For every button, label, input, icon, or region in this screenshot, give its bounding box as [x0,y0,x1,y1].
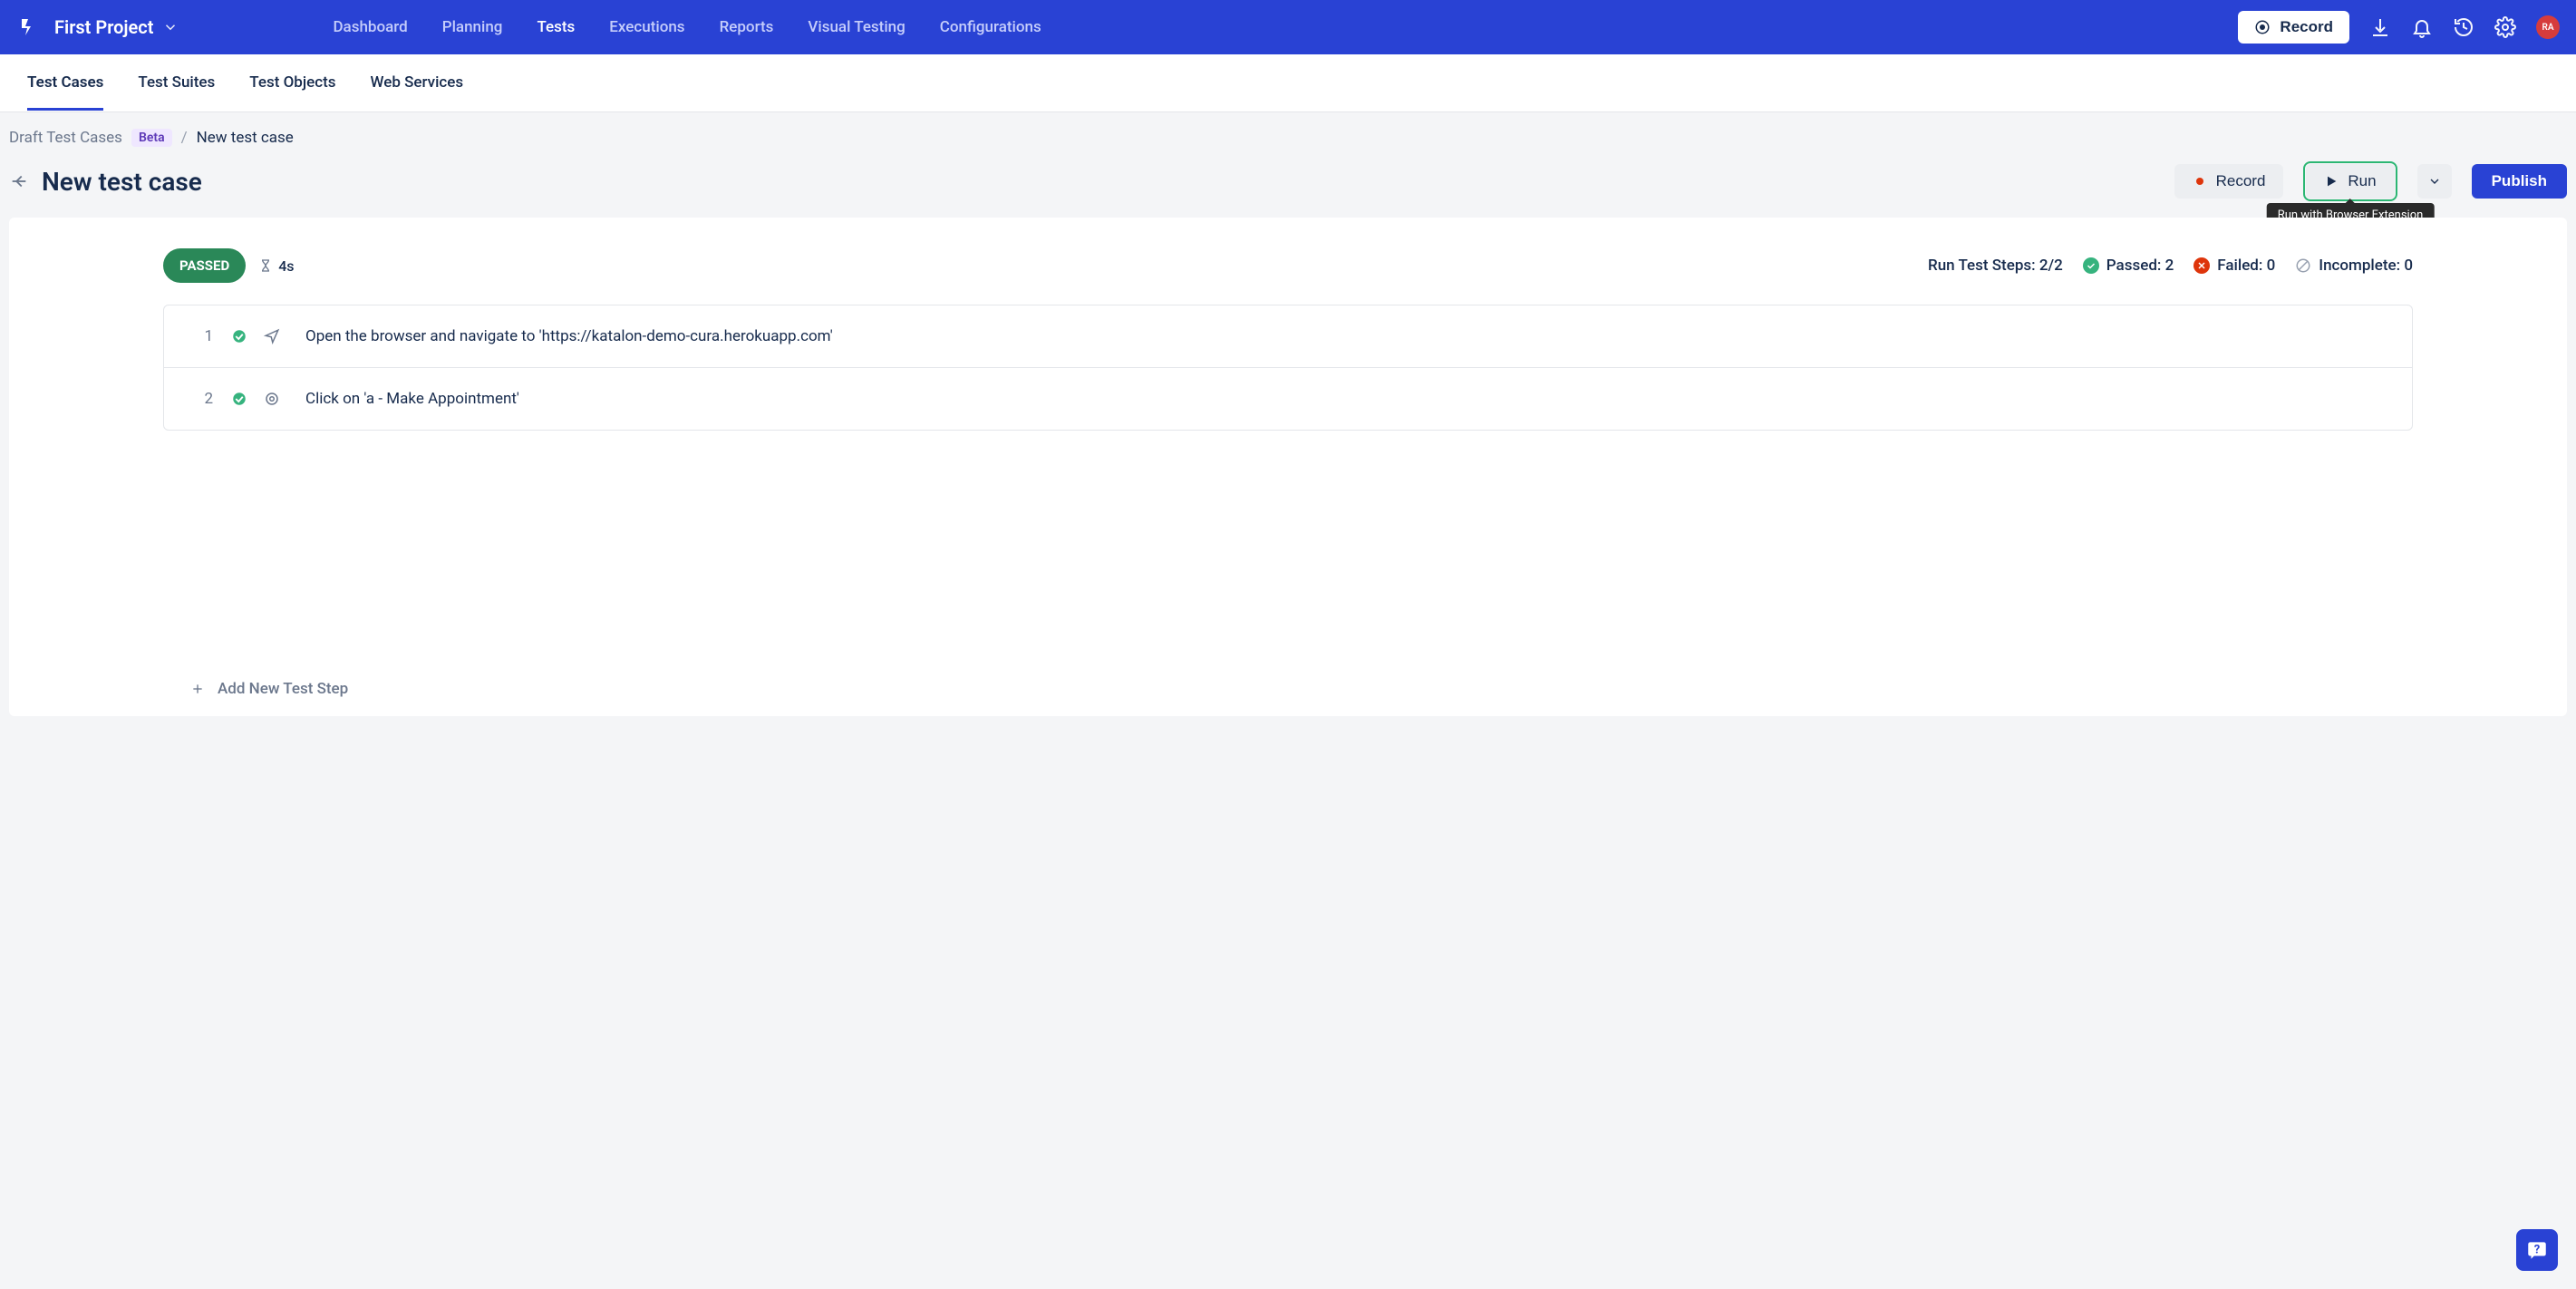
navigate-icon [264,328,280,344]
step-status-icon [231,391,247,407]
step-row[interactable]: 1 Open the browser and navigate to 'http… [164,305,2412,368]
duration-label: 4s [278,257,294,275]
top-nav: First Project Dashboard Planning Tests E… [0,0,2576,54]
nav-tests[interactable]: Tests [537,18,575,36]
step-status-icon [231,328,247,344]
step-text[interactable]: Open the browser and navigate to 'https:… [305,327,2385,345]
history-icon[interactable] [2453,16,2474,38]
nav-reports[interactable]: Reports [720,18,774,36]
stat-failed: Failed: 0 [2193,257,2275,275]
nav-configurations[interactable]: Configurations [940,18,1041,36]
back-arrow-icon[interactable] [9,171,29,191]
project-chevron-icon[interactable] [162,19,179,35]
action-record-button[interactable]: Record [2174,164,2284,199]
tab-test-objects[interactable]: Test Objects [249,55,335,111]
publish-button[interactable]: Publish [2472,164,2567,199]
step-text[interactable]: Click on 'a - Make Appointment' [305,390,2385,408]
step-number: 2 [191,390,213,408]
top-nav-links: Dashboard Planning Tests Executions Repo… [333,18,1041,36]
stat-run-steps: Run Test Steps: 2/2 [1928,257,2063,275]
nav-visual-testing[interactable]: Visual Testing [808,18,905,36]
plus-icon [190,682,205,696]
action-run-button[interactable]: Run [2306,164,2394,199]
run-dropdown-button[interactable] [2417,164,2452,199]
help-icon: ? [2525,1238,2549,1262]
breadcrumb-current: New test case [197,129,294,147]
stat-passed: Passed: 2 [2083,257,2174,275]
check-circle-icon [2083,257,2099,274]
action-record-label: Record [2216,172,2266,190]
user-avatar[interactable]: RA [2536,15,2560,39]
nav-planning[interactable]: Planning [442,18,503,36]
gear-icon[interactable] [2494,16,2516,38]
click-target-icon [264,391,280,407]
page-header: Draft Test Cases Beta / New test case Ne… [0,112,2576,218]
breadcrumb: Draft Test Cases Beta / New test case [9,129,2567,147]
breadcrumb-draft[interactable]: Draft Test Cases [9,129,122,147]
sub-tabs: Test Cases Test Suites Test Objects Web … [0,54,2576,112]
breadcrumb-sep: / [181,129,188,147]
action-run-label: Run [2348,172,2376,190]
project-name[interactable]: First Project [54,16,153,38]
add-step-label: Add New Test Step [218,680,348,698]
run-button-highlight: Run [2303,161,2397,201]
download-icon[interactable] [2369,16,2391,38]
x-circle-icon [2193,257,2210,274]
stat-incomplete-label: Incomplete: 0 [2319,257,2413,275]
topnav-record-button[interactable]: Record [2238,11,2349,44]
step-row[interactable]: 2 Click on 'a - Make Appointment' [164,368,2412,430]
bell-icon[interactable] [2411,16,2433,38]
step-number: 1 [191,327,213,345]
avatar-initials: RA [2542,23,2553,33]
summary-row: PASSED 4s Run Test Steps: 2/2 Passed: 2 … [9,248,2567,305]
ban-icon [2295,257,2311,274]
steps-table: 1 Open the browser and navigate to 'http… [163,305,2413,431]
nav-dashboard[interactable]: Dashboard [333,18,407,36]
stat-incomplete: Incomplete: 0 [2295,257,2413,275]
help-fab[interactable]: ? [2516,1229,2558,1271]
tab-test-cases[interactable]: Test Cases [27,55,103,111]
stat-passed-label: Passed: 2 [2106,257,2174,275]
beta-badge: Beta [131,129,172,147]
topnav-record-label: Record [2280,18,2333,36]
status-badge: PASSED [163,248,246,283]
tab-test-suites[interactable]: Test Suites [138,55,215,111]
svg-text:?: ? [2534,1243,2540,1256]
main-card: PASSED 4s Run Test Steps: 2/2 Passed: 2 … [9,218,2567,716]
stat-failed-label: Failed: 0 [2217,257,2275,275]
page-title: New test case [42,167,202,197]
duration: 4s [258,257,294,275]
tab-web-services[interactable]: Web Services [371,55,464,111]
hourglass-icon [258,258,273,273]
app-logo-icon [16,15,42,40]
add-step-button[interactable]: Add New Test Step [190,680,348,698]
nav-executions[interactable]: Executions [609,18,684,36]
